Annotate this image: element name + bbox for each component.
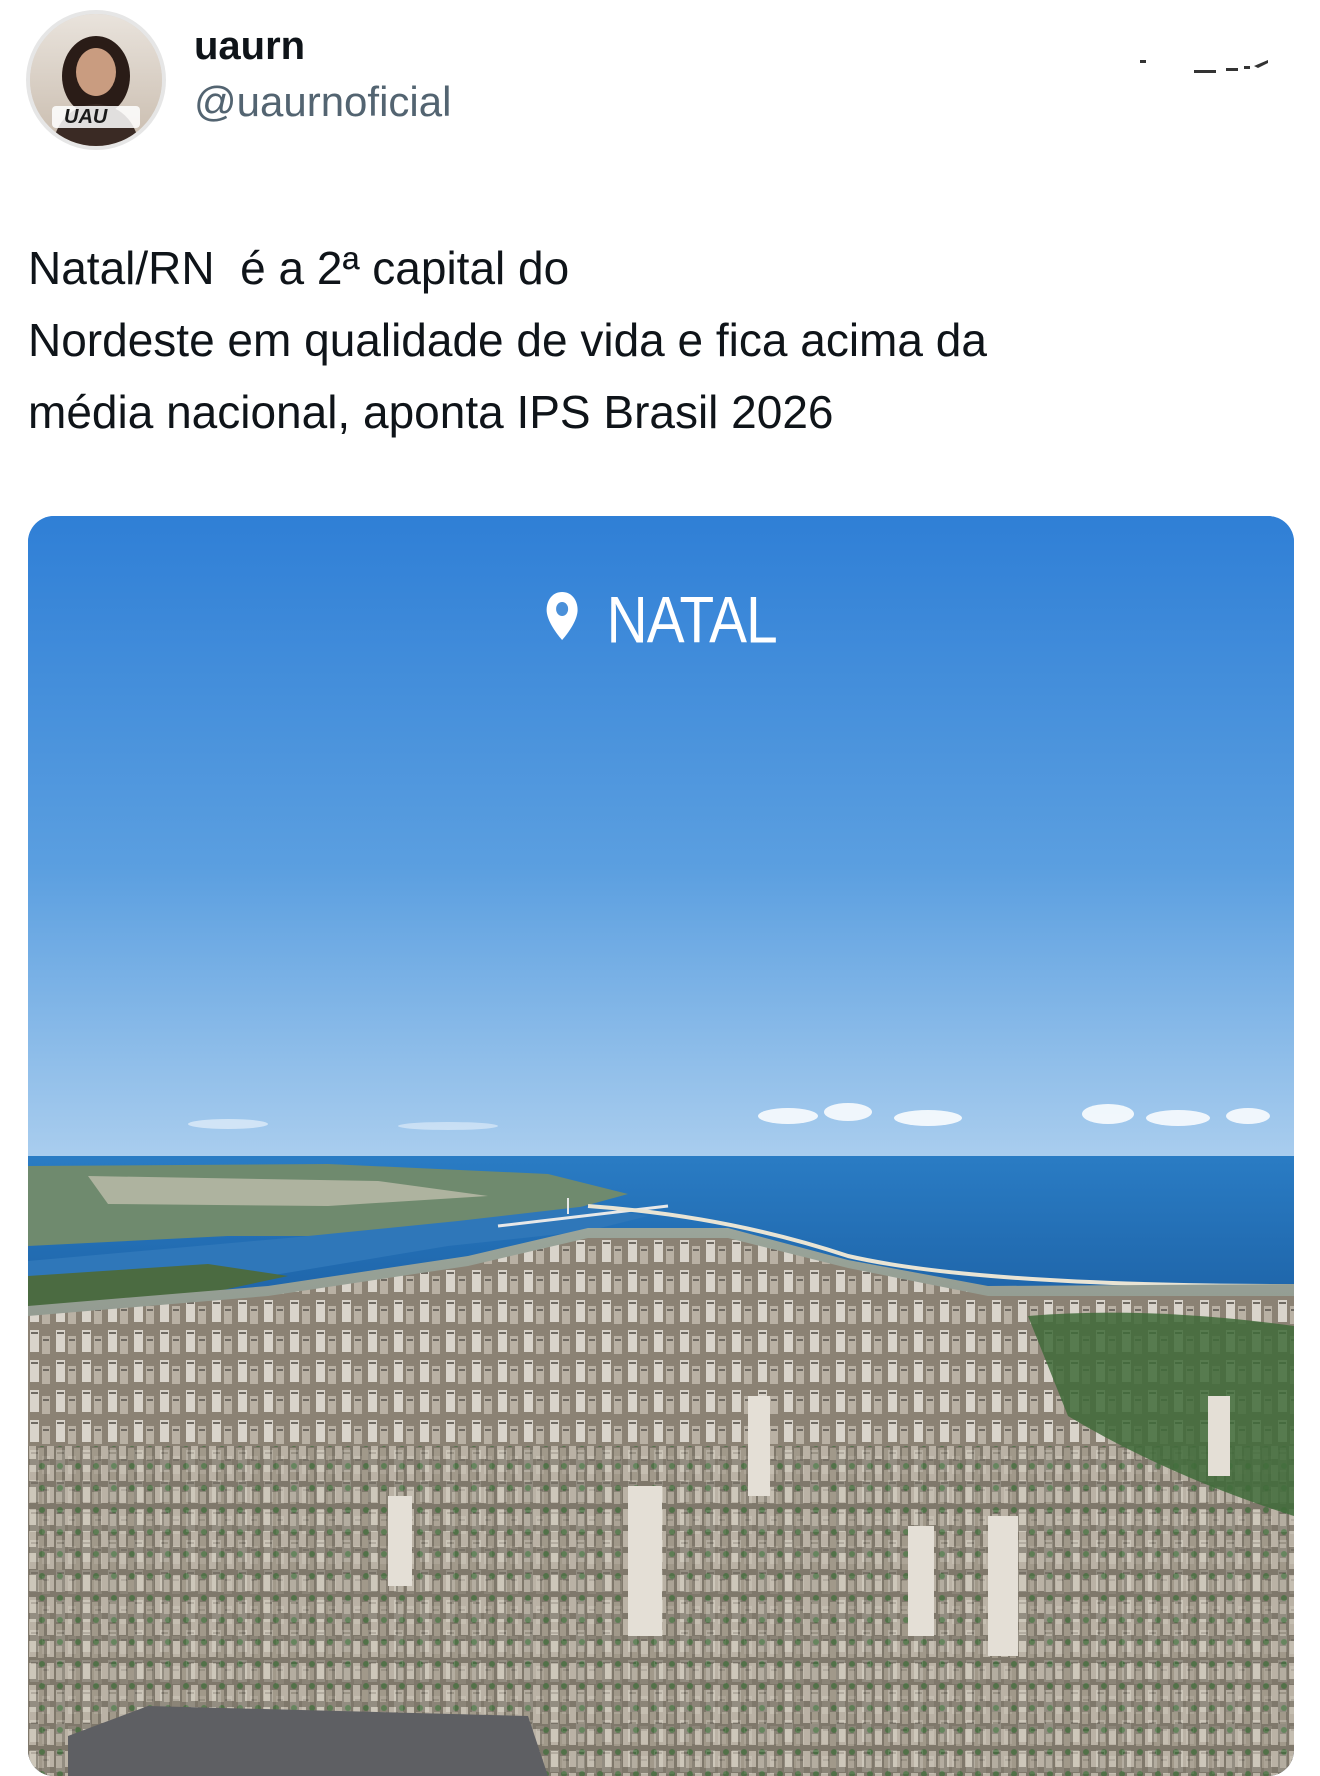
tweet-text-line: média nacional, aponta IPS Brasil 2026 xyxy=(28,386,834,438)
more-options-icon[interactable] xyxy=(1134,40,1274,85)
user-handle[interactable]: @uaurnoficial xyxy=(194,76,451,128)
author-names: uaurn @uaurnoficial xyxy=(194,22,451,128)
tweet-text-line: Natal/RN é a 2ª capital do xyxy=(28,242,570,294)
avatar[interactable]: UAU xyxy=(26,10,166,150)
city-aerial-photo xyxy=(28,516,1294,1776)
location-tag: NATAL xyxy=(117,576,1206,658)
display-name[interactable]: uaurn xyxy=(194,22,451,70)
tweet-text: Natal/RN é a 2ª capital do Nordeste em q… xyxy=(28,232,1268,448)
avatar-badge-text: UAU xyxy=(64,106,108,128)
tweet-text-line: Nordeste em qualidade de vida e fica aci… xyxy=(28,314,987,366)
location-label: NATAL xyxy=(606,582,778,657)
tweet-header: UAU uaurn @uaurnoficial xyxy=(26,10,1294,150)
map-pin-icon xyxy=(545,590,579,642)
tweet-media-photo[interactable]: NATAL xyxy=(28,516,1294,1776)
